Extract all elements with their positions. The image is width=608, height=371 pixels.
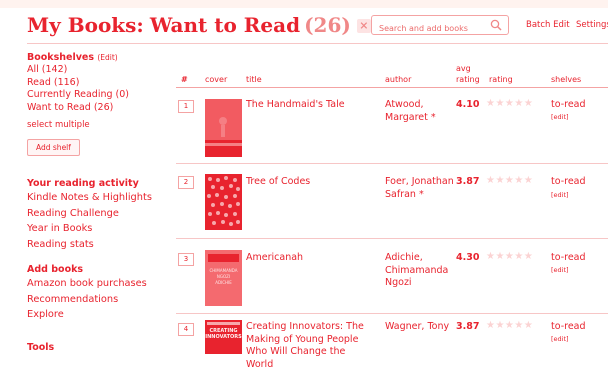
book-author-link[interactable]: Adichie, Chimamanda Ngozi [385,252,455,290]
book-title-link[interactable]: Americanah [246,252,386,265]
shelf-count: (26) [304,13,351,37]
tools-heading: Tools [27,342,55,353]
search-input[interactable] [372,19,491,38]
amazon-purchases-link[interactable]: Amazon book purchases [27,276,177,292]
shelf-link[interactable]: to-read [551,176,586,187]
book-title-link[interactable]: Tree of Codes [246,176,386,189]
sidebar: Bookshelves (Edit) All (142) Read (116) … [27,52,167,156]
column-header-avg-line2[interactable]: rating [456,75,480,84]
batch-edit-link[interactable]: Batch Edit [526,20,570,30]
cover-title-line: INNOVATORS [205,334,242,340]
avg-rating-value: 3.87 [456,176,480,187]
select-multiple-link[interactable]: select multiple [27,120,167,130]
column-header-author[interactable]: author [385,75,411,84]
book-author-link[interactable]: Wagner, Tony [385,321,455,334]
clear-shelf-icon[interactable]: × [356,19,371,33]
avg-rating-value: 4.30 [456,252,480,263]
shelf-edit-link[interactable]: [edit] [551,191,569,199]
cover-title-band [208,254,239,262]
shelf-link-want-to-read[interactable]: Want to Read (26) [27,102,167,115]
avg-rating-value: 3.87 [456,321,480,332]
kindle-notes-link[interactable]: Kindle Notes & Highlights [27,190,177,206]
position-input[interactable]: 2 [178,176,194,189]
book-author-link[interactable]: Atwood, Margaret * [385,99,455,124]
book-cover-image[interactable]: CREATING INNOVATORS [205,320,242,354]
shelf-link-all[interactable]: All (142) [27,64,167,77]
cover-author-line: ADICHIE [215,280,232,285]
bookshelves-edit-link[interactable]: (Edit) [97,53,117,62]
top-band [0,0,608,8]
table-header-divider [176,87,608,88]
reading-challenge-link[interactable]: Reading Challenge [27,206,177,222]
book-title-link[interactable]: The Handmaid's Tale [246,99,386,112]
row-divider [176,163,608,164]
reading-stats-link[interactable]: Reading stats [27,237,177,253]
shelf-link-currently-reading[interactable]: Currently Reading (0) [27,89,167,102]
header-divider [27,43,608,44]
add-books-heading: Add books [27,264,84,275]
shelf-edit-link[interactable]: [edit] [551,266,569,274]
rating-stars[interactable]: ★★★★★ [486,98,533,109]
column-header-cover[interactable]: cover [205,75,227,84]
column-header-title[interactable]: title [246,75,262,84]
reading-activity-heading: Your reading activity [27,178,139,189]
tools-section: Tools [27,342,177,354]
add-books-section: Add books Amazon book purchases Recommen… [27,264,177,323]
column-header-rating[interactable]: rating [489,75,513,84]
bookshelves-heading-label: Bookshelves [27,52,95,63]
book-cover-image[interactable] [205,174,242,230]
rating-stars[interactable]: ★★★★★ [486,320,533,331]
shelf-name-link[interactable]: Want to Read [150,13,300,37]
column-header-shelves[interactable]: shelves [551,75,581,84]
book-cover-image[interactable]: CHIMAMANDA NGOZI ADICHIE [205,250,242,306]
search-icon[interactable] [490,19,502,31]
column-header-number[interactable]: # [181,75,188,84]
page-title: My Books: Want to Read (26) × [27,13,371,37]
shelf-link-read[interactable]: Read (116) [27,77,167,90]
book-cover-image[interactable] [205,99,242,157]
row-divider [176,313,608,314]
shelf-link[interactable]: to-read [551,252,586,263]
explore-link[interactable]: Explore [27,307,177,323]
position-input[interactable]: 1 [178,100,194,113]
column-header-avg-line1[interactable]: avg [456,64,471,73]
page-title-label: My Books: [27,13,144,37]
bookshelves-heading: Bookshelves (Edit) [27,52,167,63]
reading-activity-section: Your reading activity Kindle Notes & Hig… [27,178,177,253]
shelf-edit-link[interactable]: [edit] [551,113,569,121]
cover-top-band [207,322,240,325]
book-title-link[interactable]: Creating Innovators: The Making of Young… [246,321,370,371]
position-input[interactable]: 4 [178,323,194,336]
shelf-edit-link[interactable]: [edit] [551,335,569,343]
search-box [371,15,509,38]
shelf-link[interactable]: to-read [551,321,586,332]
rating-stars[interactable]: ★★★★★ [486,251,533,262]
add-shelf-button[interactable]: Add shelf [27,139,80,156]
settings-link[interactable]: Settings [576,20,608,30]
book-author-link[interactable]: Foer, Jonathan Safran * [385,176,455,201]
recommendations-link[interactable]: Recommendations [27,292,177,308]
avg-rating-value: 4.10 [456,99,480,110]
position-input[interactable]: 3 [178,253,194,266]
shelf-link[interactable]: to-read [551,99,586,110]
row-divider [176,238,608,239]
year-in-books-link[interactable]: Year in Books [27,221,177,237]
rating-stars[interactable]: ★★★★★ [486,175,533,186]
